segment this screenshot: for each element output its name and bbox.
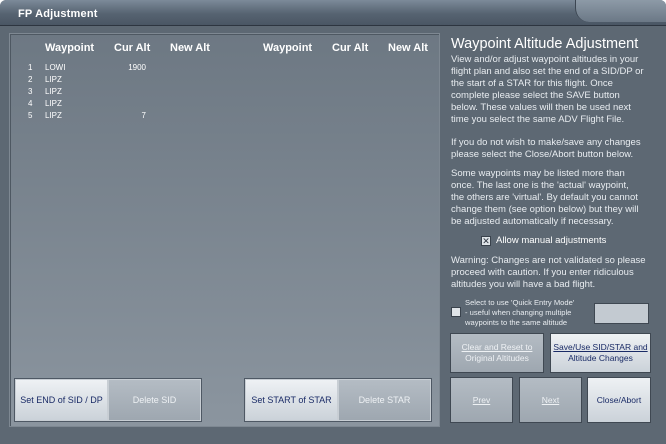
sid-header-new-alt: New Alt: [170, 42, 210, 54]
text-line: below. These values will then be used ne…: [451, 102, 631, 113]
text-line: proceed with caution. If you enter ridic…: [451, 267, 634, 278]
delete-sid-button[interactable]: Delete SID: [108, 379, 201, 421]
next-button[interactable]: Next: [519, 377, 582, 423]
set-end-sid-button[interactable]: Set END of SID / DP: [15, 379, 108, 421]
text-line: be adjusted automatically if necessary.: [451, 216, 614, 227]
row-number: 1: [28, 63, 33, 72]
star-header-cur-alt: Cur Alt: [332, 42, 369, 54]
text-line: please select the Close/Abort button bel…: [451, 149, 634, 160]
row-waypoint: LIPZ: [45, 75, 62, 84]
text-line: waypoints to the same altitude: [465, 318, 568, 327]
text-line: change them (see option below) but they …: [451, 204, 639, 215]
row-waypoint: LIPZ: [45, 87, 62, 96]
text-line: Select to use 'Quick Entry Mode': [465, 298, 575, 307]
quick-entry-checkbox[interactable]: [451, 307, 461, 317]
set-start-star-button[interactable]: Set START of STAR: [245, 379, 338, 421]
info-paragraph-intro: View and/or adjust waypoint altitudes in…: [451, 54, 658, 126]
text-line: once. The last one is the 'actual' waypo…: [451, 180, 629, 191]
button-label-line: Original Altitudes: [465, 353, 529, 363]
window-title: FP Adjustment: [18, 8, 98, 20]
text-line: flight plan and also set the end of a SI…: [451, 66, 644, 77]
save-use-button[interactable]: Save/Use SID/STAR and Altitude Changes: [550, 333, 651, 373]
info-panel: Waypoint Altitude Adjustment View and/or…: [446, 30, 660, 435]
button-label-line: Save/Use SID/STAR and: [553, 342, 648, 352]
text-line: the others are 'virtual'. By default you…: [451, 192, 638, 203]
text-line: the start of a STAR for this flight. Onc…: [451, 78, 613, 89]
close-abort-button[interactable]: Close/Abort: [587, 377, 651, 423]
text-line: time you select the same ADV Flight File…: [451, 114, 625, 125]
quick-entry-altitude-input[interactable]: [594, 303, 649, 324]
row-number: 5: [28, 111, 33, 120]
fp-adjustment-window: FP Adjustment Waypoint Cur Alt New Alt W…: [0, 0, 666, 444]
star-button-group: Set START of STAR Delete STAR: [244, 378, 432, 422]
allow-manual-checkbox[interactable]: ✕: [481, 236, 491, 246]
row-number: 2: [28, 75, 33, 84]
info-paragraph-virtual: Some waypoints may be listed more than o…: [451, 168, 658, 228]
sid-header-cur-alt: Cur Alt: [114, 42, 151, 54]
button-label: Close/Abort: [596, 394, 642, 405]
text-line: altitudes you will have a bad flight.: [451, 279, 596, 290]
sid-button-group: Set END of SID / DP Delete SID: [14, 378, 202, 422]
text-line: complete please select the SAVE button: [451, 90, 620, 101]
row-waypoint: LOWI: [45, 63, 66, 72]
clear-reset-button[interactable]: Clear and Reset to Original Altitudes: [450, 333, 544, 373]
row-number: 4: [28, 99, 33, 108]
delete-star-button[interactable]: Delete STAR: [338, 379, 431, 421]
info-heading: Waypoint Altitude Adjustment: [451, 36, 639, 52]
warning-text: Warning: Changes are not validated so pl…: [451, 255, 658, 291]
title-bar[interactable]: FP Adjustment: [0, 0, 666, 26]
star-header-new-alt: New Alt: [388, 42, 428, 54]
button-label-line: Altitude Changes: [568, 353, 633, 363]
text-line: If you do not wish to make/save any chan…: [451, 137, 641, 148]
quick-entry-text: Select to use 'Quick Entry Mode' - usefu…: [465, 298, 574, 328]
row-waypoint: LIPZ: [45, 111, 62, 120]
prev-button[interactable]: Prev: [450, 377, 513, 423]
allow-manual-label: Allow manual adjustments: [496, 235, 607, 246]
waypoint-table-panel: Waypoint Cur Alt New Alt Waypoint Cur Al…: [9, 33, 440, 427]
info-paragraph-abort: If you do not wish to make/save any chan…: [451, 137, 658, 161]
row-waypoint: LIPZ: [45, 99, 62, 108]
row-cur-alt: 1900: [128, 63, 146, 72]
row-number: 3: [28, 87, 33, 96]
row-cur-alt: 7: [141, 111, 146, 120]
text-line: Some waypoints may be listed more than: [451, 168, 625, 179]
text-line: Warning: Changes are not validated so pl…: [451, 255, 646, 266]
sid-header-waypoint: Waypoint: [45, 42, 95, 54]
button-label-line: Clear and Reset to: [461, 342, 533, 352]
text-line: - useful when changing multiple: [465, 308, 572, 317]
star-header-waypoint: Waypoint: [263, 42, 313, 54]
text-line: View and/or adjust waypoint altitudes in…: [451, 54, 639, 65]
